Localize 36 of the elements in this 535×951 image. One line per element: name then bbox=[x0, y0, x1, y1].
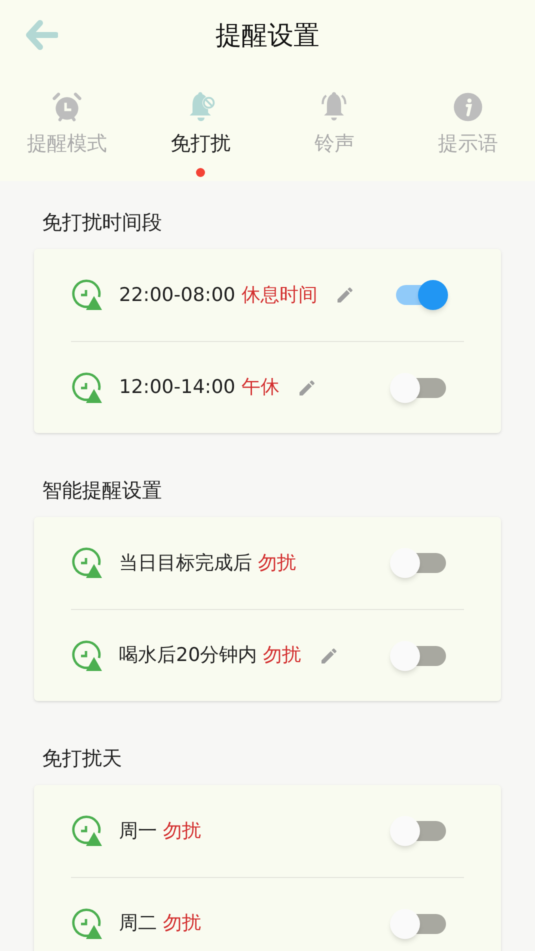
tab[interactable]: 提示语 bbox=[401, 72, 535, 177]
clock-triangle-icon bbox=[71, 547, 103, 579]
clock-triangle-icon bbox=[71, 640, 103, 672]
toggle-switch[interactable] bbox=[390, 547, 448, 579]
setting-tag: 勿扰 bbox=[258, 548, 296, 578]
setting-label: 当日目标完成后 bbox=[119, 550, 252, 576]
pencil-icon[interactable] bbox=[297, 378, 318, 398]
clock-triangle-icon bbox=[71, 815, 103, 847]
tab[interactable]: 提醒模式 bbox=[0, 72, 134, 177]
back-arrow-icon[interactable] bbox=[26, 20, 58, 50]
page-title: 提醒设置 bbox=[216, 20, 320, 52]
tab[interactable]: 免打扰 bbox=[134, 72, 268, 177]
setting-label: 喝水后20分钟内 bbox=[119, 643, 258, 668]
setting-label: 22:00-08:00 bbox=[119, 282, 236, 308]
setting-tag: 勿扰 bbox=[263, 641, 302, 670]
pencil-icon[interactable] bbox=[319, 646, 340, 666]
setting-tag: 勿扰 bbox=[163, 816, 201, 846]
section-title: 免打扰时间段 bbox=[41, 209, 163, 236]
toggle-switch[interactable] bbox=[390, 815, 448, 847]
clock-triangle-icon bbox=[71, 372, 103, 404]
setting-tag: 勿扰 bbox=[163, 909, 201, 938]
toggle-switch[interactable] bbox=[390, 372, 448, 404]
pencil-icon[interactable] bbox=[335, 285, 356, 305]
setting-label: 周一 bbox=[119, 818, 157, 844]
section-title: 智能提醒设置 bbox=[41, 477, 163, 504]
alarm-clock-icon bbox=[50, 90, 84, 124]
setting-label: 周二 bbox=[119, 911, 157, 936]
toggle-switch[interactable] bbox=[390, 908, 448, 940]
section-title: 免打扰天 bbox=[41, 745, 123, 772]
toggle-switch[interactable] bbox=[390, 640, 448, 672]
clock-triangle-icon bbox=[71, 279, 103, 311]
clock-triangle-icon bbox=[71, 908, 103, 940]
setting-tag: 休息时间 bbox=[241, 280, 318, 310]
setting-tag: 午休 bbox=[241, 373, 280, 402]
tab[interactable]: 铃声 bbox=[268, 72, 402, 177]
setting-label: 12:00-14:00 bbox=[119, 375, 236, 400]
